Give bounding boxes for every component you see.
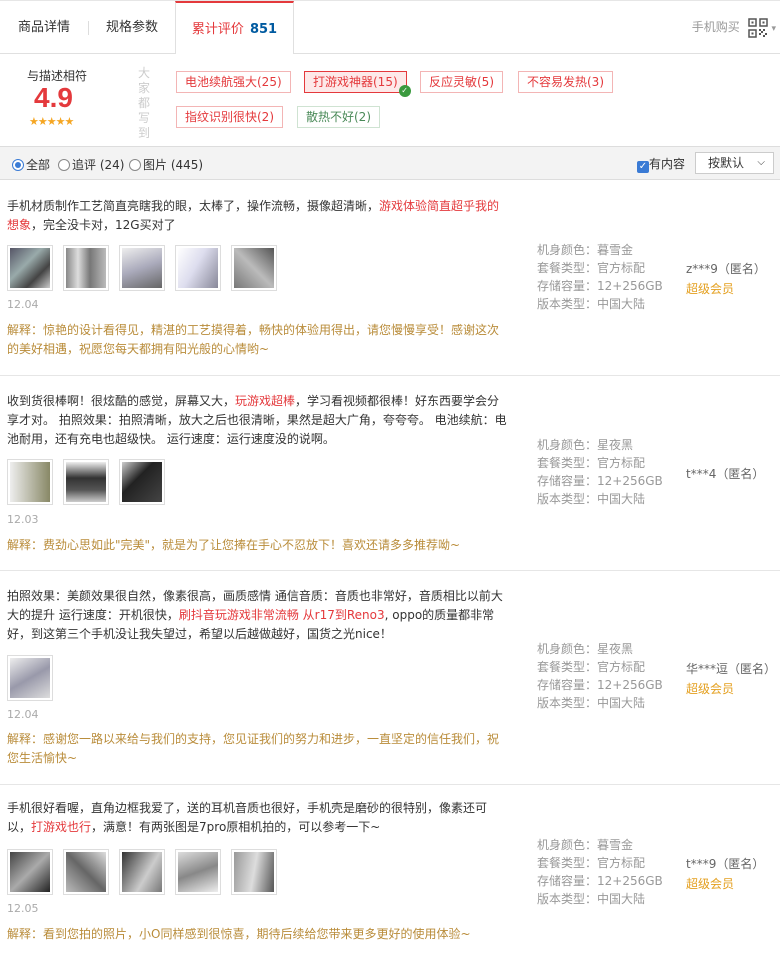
has-content-checkbox[interactable]: ✓ 有内容 [637, 155, 685, 173]
review-item: 手机材质制作工艺简直亮瞎我的眼，太棒了，操作流畅，摄像超清晰，游戏体验简直超乎我… [0, 181, 780, 376]
filter-all[interactable]: 全部 [12, 156, 50, 173]
review-item: 拍照效果：美颜效果很自然，像素很高，画质感情 通信音质：音质也非常好，音质相比以… [0, 571, 780, 785]
vip-badge: 超级会员 [686, 282, 735, 296]
review-text: 拍照效果：美颜效果很自然，像素很高，画质感情 通信音质：音质也非常好，音质相比以… [7, 589, 503, 641]
spec-package: 套餐类型：官方标配 [537, 660, 646, 674]
spec-version: 版本类型：中国大陆 [537, 492, 646, 506]
spec-storage: 存储容量：12+256GB [537, 279, 663, 293]
review-image[interactable] [63, 849, 109, 895]
spec-package: 套餐类型：官方标配 [537, 456, 646, 470]
reviewer-name: 华***逗（匿名） [686, 662, 777, 676]
tag-battery[interactable]: 电池续航强大(25) [176, 71, 291, 93]
vip-badge: 超级会员 [686, 682, 735, 696]
tag-gaming[interactable]: 打游戏神器(15) ✓ [304, 71, 411, 97]
review-image[interactable] [231, 245, 277, 291]
review-image[interactable] [7, 849, 53, 895]
filter-images[interactable]: 图片 (445) [129, 156, 203, 173]
tab-reviews[interactable]: 累计评价 851 [175, 1, 294, 55]
review-item: 手机很好看喔，直角边框我爱了，送的耳机音质也很好，手机壳是磨砂的很特别，像素还可… [0, 785, 780, 954]
review-image[interactable] [175, 849, 221, 895]
review-image[interactable] [7, 655, 53, 701]
merchant-reply: 解释：感谢您一路以来给与我们的支持，您见证我们的努力和进步，一直坚定的信任我们，… [7, 732, 500, 765]
review-date: 12.04 [7, 708, 39, 721]
review-date: 12.05 [7, 902, 39, 915]
spec-storage: 存储容量：12+256GB [537, 678, 663, 692]
review-image[interactable] [231, 849, 277, 895]
spec-color: 机身颜色：暮雪金 [537, 243, 634, 257]
tab-product-details[interactable]: 商品详情 [0, 1, 88, 54]
vip-badge: 超级会员 [686, 877, 735, 891]
reviewer-name: t***4（匿名） [686, 467, 765, 481]
tag-heat[interactable]: 散热不好(2) [297, 106, 380, 128]
spec-package: 套餐类型：官方标配 [537, 261, 646, 275]
radio-icon [129, 159, 141, 171]
check-icon: ✓ [398, 85, 411, 97]
qr-code-icon [747, 17, 768, 38]
merchant-reply: 解释：看到您拍的照片，小O同样感到很惊喜，期待后续给您带来更多更好的使用体验~ [7, 927, 471, 941]
review-date: 12.03 [7, 513, 39, 526]
chevron-down-icon: ⌵ [757, 157, 765, 168]
review-image[interactable] [63, 245, 109, 291]
spec-version: 版本类型：中国大陆 [537, 696, 646, 710]
spec-storage: 存储容量：12+256GB [537, 874, 663, 888]
spec-color: 机身颜色：星夜黑 [537, 438, 634, 452]
mobile-buy-link[interactable]: 手机购买 ▾ [692, 1, 780, 54]
tag-responsive[interactable]: 反应灵敏(5) [420, 71, 503, 93]
tag-cool[interactable]: 不容易发热(3) [518, 71, 613, 93]
tab-specifications[interactable]: 规格参数 [89, 1, 175, 54]
spec-version: 版本类型：中国大陆 [537, 297, 646, 311]
chevron-down-icon: ▾ [771, 24, 776, 34]
review-image[interactable] [119, 245, 165, 291]
review-image[interactable] [119, 459, 165, 505]
reviewer-name: z***9（匿名） [686, 262, 766, 276]
review-date: 12.04 [7, 298, 39, 311]
rating-value: 4.9 [34, 82, 73, 113]
review-item: 收到货很棒啊！很炫酷的感觉，屏幕又大，玩游戏超棒，学习看视频都很棒！好东西要学会… [0, 376, 780, 571]
review-text: 手机材质制作工艺简直亮瞎我的眼，太棒了，操作流畅，摄像超清晰，游戏体验简直超乎我… [7, 199, 500, 232]
tag-fingerprint[interactable]: 指纹识别很快(2) [176, 106, 283, 128]
sort-select[interactable]: 按默认 ⌵ [695, 152, 774, 174]
spec-storage: 存储容量：12+256GB [537, 474, 663, 488]
review-image[interactable] [63, 459, 109, 505]
reviewer-name: t***9（匿名） [686, 857, 765, 871]
rating-summary: 与描述相符 4.9 ★★★★★ 大家都写到 电池续航强大(25) 打游戏神器(1… [0, 54, 780, 146]
review-count: 851 [249, 22, 278, 37]
rating-stars: ★★★★★ [29, 115, 74, 128]
checkbox-icon: ✓ [637, 161, 649, 173]
review-text: 手机很好看喔，直角边框我爱了，送的耳机音质也很好，手机壳是磨砂的很特别，像素还可… [7, 801, 488, 834]
review-image[interactable] [175, 245, 221, 291]
review-image[interactable] [7, 459, 53, 505]
spec-color: 机身颜色：星夜黑 [537, 642, 634, 656]
everyone-says-label: 大家都写到 [138, 66, 151, 140]
filter-bar: 全部 追评 (24) 图片 (445) ✓ 有内容 按默认 ⌵ [0, 146, 780, 180]
merchant-reply: 解释：惊艳的设计看得见，精湛的工艺摸得着，畅快的体验用得出，请您慢慢享受！感谢这… [7, 323, 500, 356]
spec-version: 版本类型：中国大陆 [537, 892, 646, 906]
spec-color: 机身颜色：暮雪金 [537, 838, 634, 852]
review-image[interactable] [7, 245, 53, 291]
filter-followup[interactable]: 追评 (24) [58, 156, 124, 173]
radio-icon [12, 159, 24, 171]
tab-bar: 商品详情 规格参数 累计评价 851 手机购买 ▾ [0, 0, 780, 55]
radio-icon [58, 159, 70, 171]
review-text: 收到货很棒啊！很炫酷的感觉，屏幕又大，玩游戏超棒，学习看视频都很棒！好东西要学会… [7, 394, 507, 446]
merchant-reply: 解释：费劲心思如此"完美"，就是为了让您捧在手心不忍放下！喜欢还请多多推荐呦~ [7, 538, 461, 552]
spec-package: 套餐类型：官方标配 [537, 856, 646, 870]
review-image[interactable] [119, 849, 165, 895]
